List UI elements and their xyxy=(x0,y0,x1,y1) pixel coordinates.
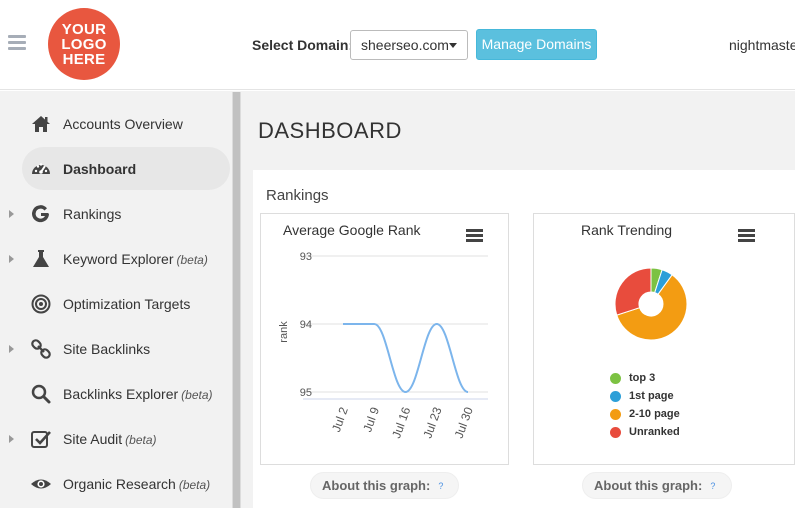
legend-marker xyxy=(610,427,621,438)
y-axis-label: rank xyxy=(278,321,290,343)
sidebar-item-site-audit[interactable]: Site Audit (beta) xyxy=(22,417,230,460)
sidebar-item-rankings[interactable]: Rankings xyxy=(22,192,230,235)
expand-arrow-icon[interactable] xyxy=(9,210,14,218)
target-icon xyxy=(31,294,51,314)
domain-select[interactable]: sheerseo.com xyxy=(350,30,468,60)
x-tick-label: Jul 30 xyxy=(452,405,476,440)
expand-arrow-icon[interactable] xyxy=(9,255,14,263)
logo-line-2: LOGO xyxy=(61,35,107,53)
sidebar-item-organic-research[interactable]: Organic Research (beta) xyxy=(22,462,230,505)
x-tick-label: Jul 16 xyxy=(389,405,413,440)
top-header: YOUR LOGO HERE Select Domain: sheerseo.c… xyxy=(0,0,795,90)
legend-marker xyxy=(610,409,621,420)
sidebar-item-label: Optimization Targets xyxy=(63,296,191,312)
sidebar-item-backlinks-explorer[interactable]: Backlinks Explorer (beta) xyxy=(22,372,230,415)
username-menu[interactable]: nightmaste xyxy=(729,37,795,53)
x-tick-label: Jul 23 xyxy=(420,405,444,440)
sidebar-item-keyword-explorer[interactable]: Keyword Explorer (beta) xyxy=(22,237,230,280)
gauge-icon xyxy=(32,163,50,174)
legend-label[interactable]: top 3 xyxy=(629,372,655,384)
legend-marker xyxy=(610,391,621,402)
sidebar-item-optimization-targets[interactable]: Optimization Targets xyxy=(22,282,230,325)
sidebar-item-label: Rankings xyxy=(63,206,122,222)
about-graph-button[interactable]: About this graph:? xyxy=(582,472,732,499)
sidebar-item-dashboard[interactable]: Dashboard xyxy=(22,147,230,190)
series-line xyxy=(343,322,469,394)
eye-icon xyxy=(31,479,51,489)
sidebar-item-label: Accounts Overview xyxy=(63,116,183,132)
logo-line-1: YOUR xyxy=(61,20,107,38)
logo-line-3: HERE xyxy=(62,50,106,68)
sidebar-item-label: Site Audit (beta) xyxy=(63,431,157,447)
help-icon: ? xyxy=(710,481,716,491)
legend-marker xyxy=(610,373,621,384)
about-graph-label: About this graph: xyxy=(322,478,431,493)
sidebar-item-label: Site Backlinks xyxy=(63,341,151,357)
legend-label[interactable]: 2-10 page xyxy=(629,408,680,420)
sidebar-item-site-backlinks[interactable]: Site Backlinks xyxy=(22,327,230,370)
donut-chart-plot xyxy=(614,267,688,341)
sidebar-scrollbar[interactable] xyxy=(232,92,241,508)
search-icon xyxy=(31,384,51,404)
google-icon xyxy=(32,205,49,223)
link-icon xyxy=(31,339,51,359)
menu-toggle-icon[interactable] xyxy=(8,35,26,51)
x-tick-label: Jul 2 xyxy=(329,405,351,434)
line-chart-plot: 93 94 95 Jul 2 Jul 9 Jul 16 Jul 23 Jul 30 rank xyxy=(278,251,488,440)
sidebar-item-label: Keyword Explorer (beta) xyxy=(63,251,208,267)
about-graph-button[interactable]: About this graph:? xyxy=(310,472,459,499)
y-tick-label: 93 xyxy=(300,251,312,263)
caret-down-icon xyxy=(449,43,457,48)
legend-label[interactable]: Unranked xyxy=(629,426,680,438)
expand-arrow-icon[interactable] xyxy=(9,345,14,353)
sidebar-item-label: Dashboard xyxy=(63,161,137,177)
sidebar-scrollbar-thumb[interactable] xyxy=(233,92,240,508)
expand-arrow-icon[interactable] xyxy=(9,435,14,443)
domain-select-value: sheerseo.com xyxy=(361,37,449,53)
select-domain-label: Select Domain: xyxy=(252,37,354,53)
y-tick-label: 94 xyxy=(300,319,312,331)
help-icon: ? xyxy=(438,481,444,491)
checkbox-icon xyxy=(31,431,51,448)
flask-icon xyxy=(33,250,49,267)
manage-domains-button[interactable]: Manage Domains xyxy=(476,29,597,60)
sidebar-item-accounts-overview[interactable]: Accounts Overview xyxy=(22,102,230,145)
rankings-section-title: Rankings xyxy=(266,187,329,204)
pie-slice[interactable] xyxy=(614,267,652,316)
legend-label[interactable]: 1st page xyxy=(629,390,674,402)
home-icon xyxy=(32,116,50,132)
x-tick-label: Jul 9 xyxy=(360,405,382,434)
about-graph-label: About this graph: xyxy=(594,478,703,493)
y-tick-label: 95 xyxy=(300,387,312,399)
page-title: DASHBOARD xyxy=(258,118,402,143)
sidebar-item-label: Backlinks Explorer (beta) xyxy=(63,386,213,402)
logo[interactable]: YOUR LOGO HERE xyxy=(48,8,120,80)
sidebar-item-label: Organic Research (beta) xyxy=(63,476,211,492)
